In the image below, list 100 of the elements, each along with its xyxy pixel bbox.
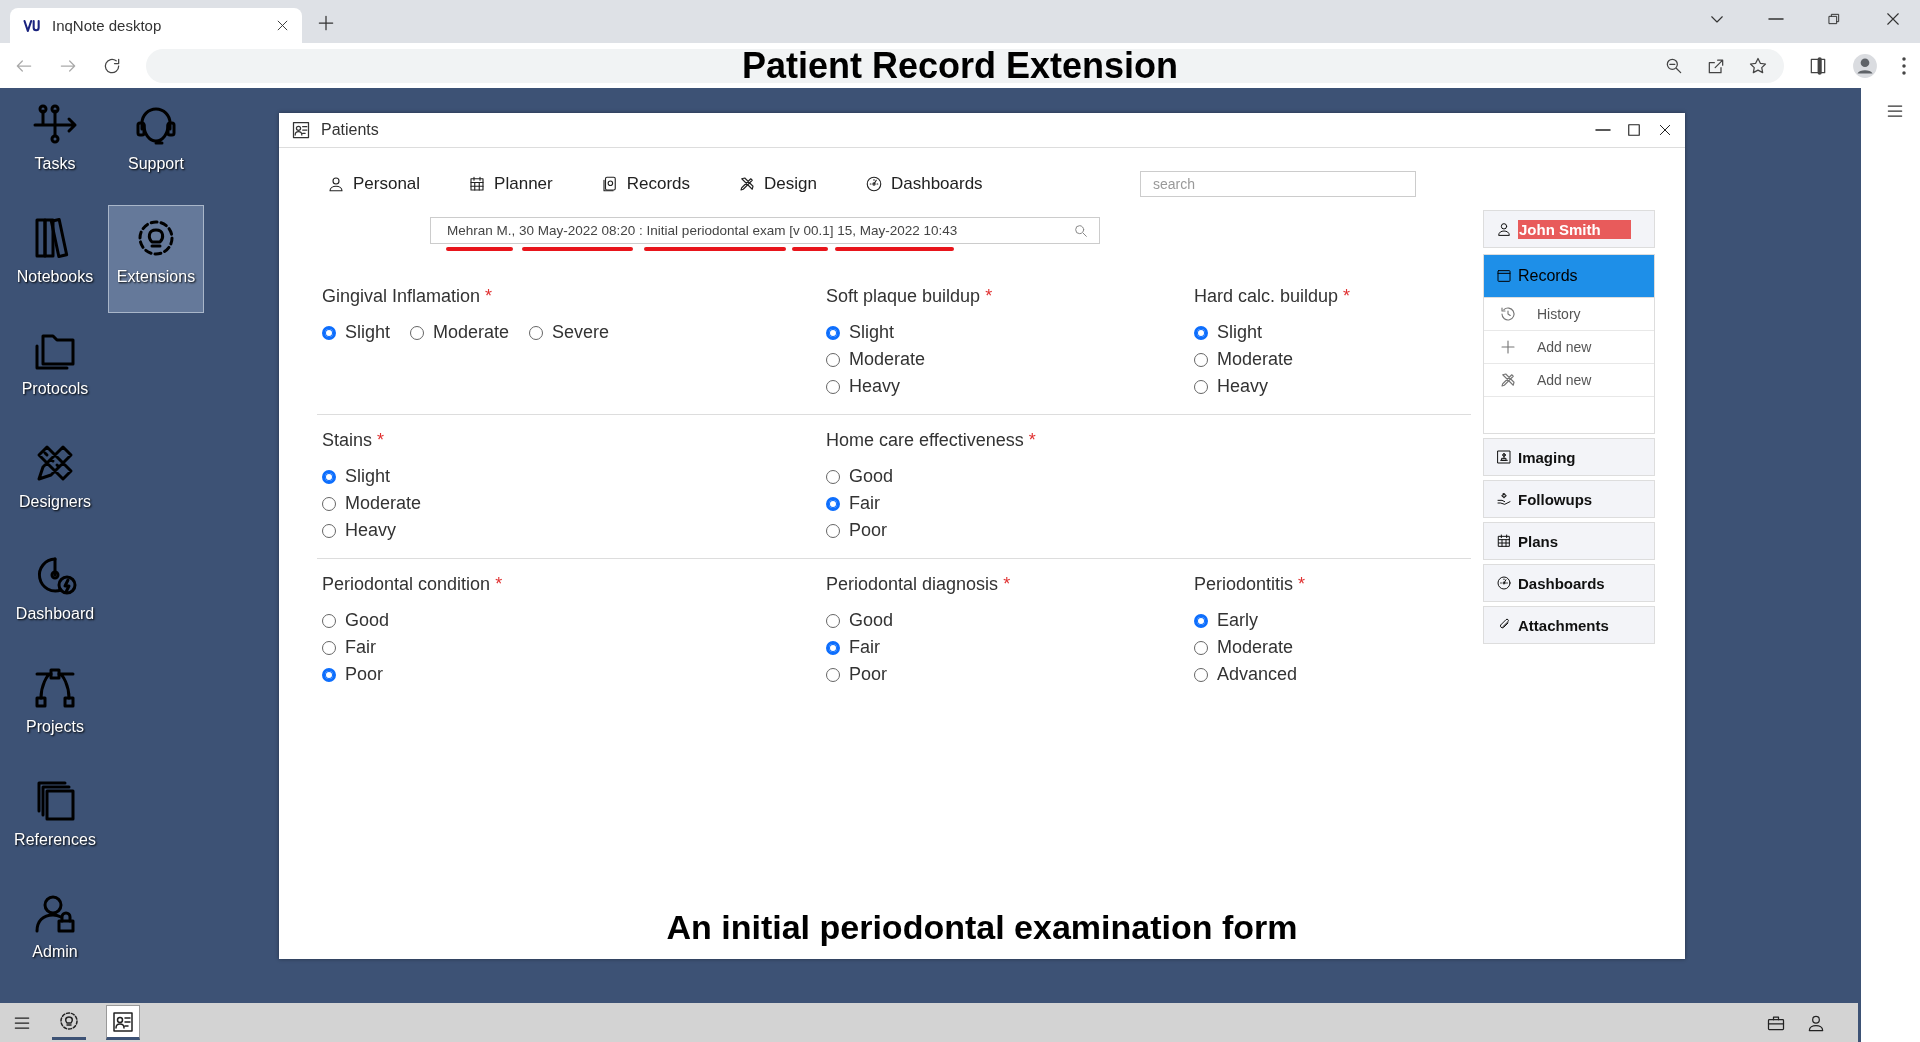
- radio-button[interactable]: [826, 496, 840, 511]
- desktop-shortcut[interactable]: References: [7, 767, 103, 876]
- panel-item[interactable]: History: [1484, 298, 1654, 331]
- card-icon: [111, 1009, 135, 1034]
- desktop-shortcut[interactable]: Notebooks: [7, 204, 103, 313]
- page-heading: Patient Record Extension: [741, 44, 1179, 87]
- maximize-icon: [1625, 121, 1643, 139]
- radio-option[interactable]: Good: [322, 607, 826, 634]
- radio-option[interactable]: Heavy: [1194, 373, 1471, 400]
- patient-card-icon: [291, 120, 311, 140]
- nav-tab[interactable]: Design: [738, 174, 817, 194]
- radio-option[interactable]: Moderate: [1194, 634, 1471, 661]
- radio-option[interactable]: Good: [826, 463, 1194, 490]
- design-icon: [738, 175, 757, 193]
- taskbar-app[interactable]: [106, 1005, 140, 1040]
- radio-option[interactable]: Heavy: [322, 517, 826, 544]
- radio-option[interactable]: Moderate: [322, 490, 826, 517]
- design-icon: [1499, 371, 1517, 389]
- desktop-shortcut[interactable]: Projects: [7, 654, 103, 763]
- radio-option[interactable]: Slight: [322, 319, 391, 346]
- required-marker: *: [1003, 574, 1011, 594]
- underline-mark: [792, 247, 828, 251]
- radio-option[interactable]: Moderate: [1194, 346, 1471, 373]
- record-selector[interactable]: Mehran M., 30 May-2022 08:20 : Initial periodontal exam [v 00.1] 15, May-2022 10:43: [430, 217, 1100, 244]
- panel-section[interactable]: Followups: [1483, 480, 1655, 518]
- address-bar[interactable]: [146, 48, 1784, 83]
- radio-button[interactable]: [1194, 613, 1208, 628]
- panel-section[interactable]: Attachments: [1483, 606, 1655, 644]
- imaging-icon: [1496, 449, 1512, 465]
- field-label: Home care effectiveness: [826, 430, 1024, 450]
- field-label: Periodontal condition: [322, 574, 491, 594]
- radio-button[interactable]: [322, 667, 336, 682]
- gauge-icon: [864, 175, 883, 193]
- field-label: Periodontal diagnosis: [826, 574, 999, 594]
- window-icon: [1496, 268, 1512, 284]
- radio-option[interactable]: Poor: [826, 517, 1194, 544]
- window-title: Patients: [321, 121, 379, 139]
- plus-icon: [316, 13, 336, 33]
- close-icon: [275, 18, 290, 33]
- radio-option[interactable]: Moderate: [410, 319, 510, 346]
- radio-button[interactable]: [826, 640, 840, 655]
- desktop-shortcut[interactable]: Dashboard: [7, 542, 103, 651]
- radio-option[interactable]: Slight: [1194, 319, 1471, 346]
- desktop-shortcut[interactable]: Designers: [7, 429, 103, 538]
- radio-option[interactable]: Advanced: [1194, 661, 1471, 688]
- panel-section[interactable]: Records: [1483, 254, 1655, 298]
- panel-item[interactable]: Add new: [1484, 331, 1654, 364]
- required-marker: *: [485, 286, 493, 306]
- radio-option[interactable]: Fair: [826, 634, 1194, 661]
- panel-section[interactable]: Plans: [1483, 522, 1655, 560]
- radio-option[interactable]: Early: [1194, 607, 1471, 634]
- required-marker: *: [1298, 574, 1306, 594]
- field-label: Hard calc. buildup: [1194, 286, 1339, 306]
- radio-option[interactable]: Heavy: [826, 373, 1194, 400]
- minimize-icon: [1595, 129, 1611, 131]
- radio-option[interactable]: Poor: [322, 661, 826, 688]
- radio-option[interactable]: Poor: [826, 661, 1194, 688]
- search-field[interactable]: search: [1140, 171, 1416, 197]
- radio-button[interactable]: [1194, 325, 1208, 340]
- search-icon: [1073, 222, 1089, 239]
- field-label: Periodontitis: [1194, 574, 1294, 594]
- panel-section[interactable]: Imaging: [1483, 438, 1655, 476]
- person-icon: [1496, 221, 1512, 237]
- profile-icon: [1852, 52, 1878, 79]
- nav-tab[interactable]: Personal: [327, 174, 421, 194]
- close-icon: [1657, 122, 1673, 138]
- restore-icon: [1826, 11, 1842, 27]
- radio-option[interactable]: Fair: [826, 490, 1194, 517]
- patient-name: John Smith: [1518, 219, 1631, 239]
- desktop-shortcut[interactable]: Support: [108, 92, 204, 200]
- required-marker: *: [377, 430, 385, 450]
- records-icon: [600, 175, 619, 193]
- radio-option[interactable]: Severe: [529, 319, 610, 346]
- star-icon: [1748, 55, 1768, 76]
- field-label: Stains: [322, 430, 373, 450]
- calendar-icon: [468, 175, 487, 193]
- bulbgear-icon: [57, 1009, 81, 1033]
- nav-tab[interactable]: Records: [600, 174, 691, 194]
- more-icon: [1902, 56, 1906, 75]
- browser-tab[interactable]: InqNote desktop: [10, 8, 302, 43]
- radio-button[interactable]: [322, 469, 336, 484]
- desktop-shortcut[interactable]: Protocols: [7, 317, 103, 426]
- radio-button[interactable]: [826, 325, 840, 340]
- radio-option[interactable]: Fair: [322, 634, 826, 661]
- nav-tab[interactable]: Dashboards: [864, 174, 983, 194]
- calendar-icon: [1496, 533, 1512, 549]
- radio-button[interactable]: [322, 325, 336, 340]
- desktop-shortcut[interactable]: Tasks: [7, 92, 103, 200]
- required-marker: *: [1028, 430, 1036, 450]
- field-label: Gingival Inflamation: [322, 286, 481, 306]
- panel-section[interactable]: Dashboards: [1483, 564, 1655, 602]
- desktop-shortcut[interactable]: Extensions: [108, 204, 204, 313]
- gauge-icon: [1496, 575, 1512, 591]
- radio-option[interactable]: Good: [826, 607, 1194, 634]
- panel-item[interactable]: Add new: [1484, 364, 1654, 397]
- radio-option[interactable]: Moderate: [826, 346, 1194, 373]
- desktop-shortcut[interactable]: Admin: [7, 880, 103, 989]
- radio-option[interactable]: Slight: [322, 463, 826, 490]
- nav-tab[interactable]: Planner: [468, 174, 553, 194]
- radio-option[interactable]: Slight: [826, 319, 1194, 346]
